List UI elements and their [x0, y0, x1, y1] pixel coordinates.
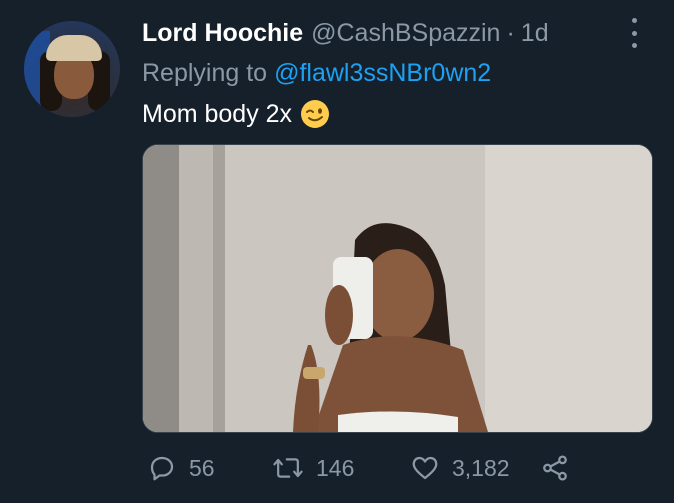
replying-prefix: Replying to [142, 58, 268, 87]
timestamp[interactable]: 1d [521, 19, 549, 48]
avatar-hat [46, 35, 102, 61]
replying-to-link[interactable]: @flawl3ssNBr0wn2 [274, 59, 491, 88]
separator-dot: · [506, 18, 515, 47]
winking-face-emoji-icon [301, 100, 330, 128]
like-button[interactable]: 3,182 [410, 450, 510, 486]
more-options-icon[interactable] [624, 18, 644, 48]
reply-count: 56 [189, 454, 215, 481]
retweet-button[interactable]: 146 [272, 450, 354, 486]
more-dot [631, 18, 637, 23]
like-count: 3,182 [452, 454, 510, 481]
replying-to-line: Replying to @flawl3ssNBr0wn2 [142, 56, 491, 90]
media-photo [143, 145, 652, 432]
reply-icon [150, 456, 174, 481]
avatar[interactable] [24, 21, 120, 117]
share-icon [543, 455, 567, 481]
more-dot [631, 30, 637, 36]
share-button[interactable] [540, 450, 570, 486]
tweet-body: Mom body 2x [142, 99, 293, 128]
tweet-header: Lord Hoochie @CashBSpazzin · 1d [142, 16, 549, 50]
tweet-actions: 56 146 3,182 [142, 450, 582, 486]
retweet-icon [273, 458, 303, 478]
author-handle[interactable]: @CashBSpazzin [311, 19, 500, 48]
tweet-media-image[interactable] [142, 144, 653, 433]
reply-button[interactable]: 56 [147, 450, 215, 486]
heart-icon [412, 456, 438, 480]
retweet-count: 146 [316, 454, 355, 481]
author-name[interactable]: Lord Hoochie [142, 19, 303, 48]
tweet-text: Mom body 2x [142, 97, 330, 131]
more-dot [631, 43, 637, 48]
